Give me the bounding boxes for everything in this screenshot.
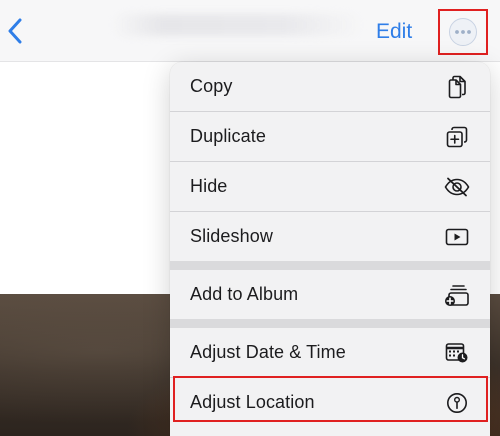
- menu-item-duplicate[interactable]: Duplicate: [170, 112, 490, 161]
- menu-item-add-to-album[interactable]: Add to Album: [170, 270, 490, 319]
- menu-item-hide[interactable]: Hide: [170, 162, 490, 211]
- menu-item-label: Adjust Date & Time: [190, 342, 346, 362]
- play-rectangle-icon: [444, 224, 470, 250]
- chevron-left-icon: [8, 18, 22, 44]
- menu-item-label: Add to Album: [190, 284, 299, 304]
- more-button-highlight: [438, 9, 488, 55]
- navigation-bar: Edit: [0, 0, 500, 62]
- eye-slash-icon: [444, 174, 470, 200]
- menu-item-label: Duplicate: [190, 126, 266, 146]
- copy-icon: [444, 74, 470, 100]
- menu-item-label: Hide: [190, 176, 228, 196]
- menu-item-adjust-date-time[interactable]: Adjust Date & Time: [170, 328, 490, 377]
- menu-item-label: Slideshow: [190, 226, 273, 246]
- menu-item-label: Copy: [190, 76, 233, 96]
- menu-group-separator: [170, 261, 490, 270]
- add-to-album-icon: [444, 282, 470, 308]
- blurred-title: [112, 14, 362, 36]
- menu-item-slideshow[interactable]: Slideshow: [170, 212, 490, 261]
- edit-button[interactable]: Edit: [376, 18, 412, 46]
- back-button[interactable]: [2, 14, 28, 48]
- menu-group-separator: [170, 319, 490, 328]
- menu-item-copy[interactable]: Copy: [170, 62, 490, 111]
- calendar-clock-icon: [444, 340, 470, 366]
- duplicate-icon: [444, 124, 470, 150]
- adjust-location-highlight: [173, 376, 488, 422]
